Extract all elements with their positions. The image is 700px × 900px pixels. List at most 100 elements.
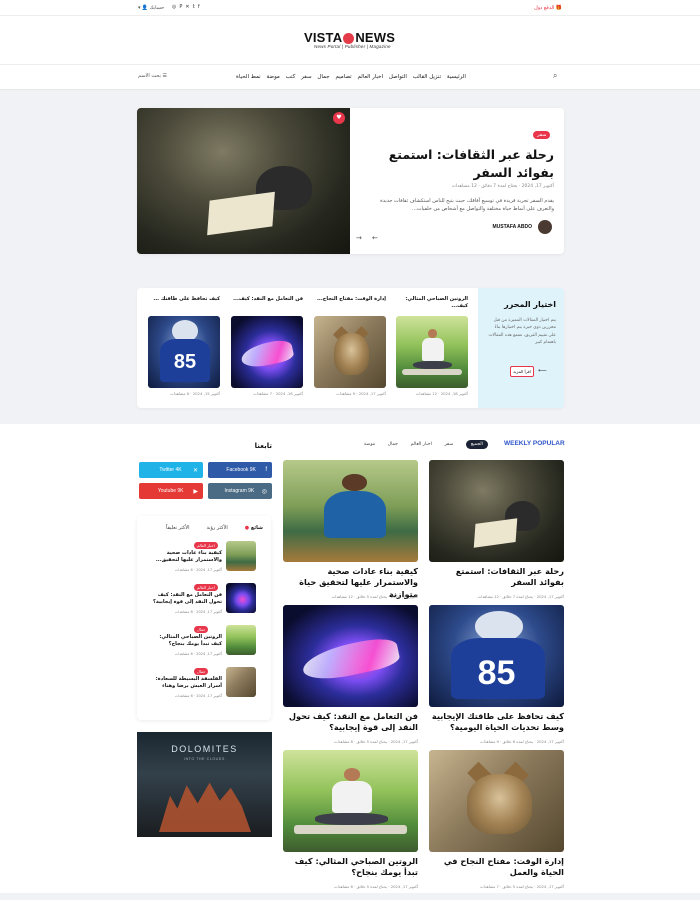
arrow-right-icon[interactable]: ← [372,234,378,242]
editors-item-image[interactable] [314,316,386,388]
nav-item-9[interactable]: نمط الحياة [236,74,261,84]
editors-item-title[interactable]: الروتين الصباحي المثالي: كيف... [396,296,468,310]
popular-article-title[interactable]: الروتين الصباحي المثالي: كيف تبدأ يومك ب… [283,856,418,879]
promo-link[interactable]: الدفع دول 🎁 [520,5,562,11]
editors-read-more-button[interactable]: اقرأ المزيد [510,366,534,377]
nav-item-0[interactable]: الرئيسية [447,74,466,84]
side-tab-most-viewed[interactable]: الأكثر رؤية [206,525,227,533]
popular-article-image[interactable] [429,460,564,562]
editors-item-image[interactable]: 85 [148,316,220,388]
side-item-meta: أكتوبر 17, 2024 · 8 مشاهدات [174,610,222,614]
popular-article-meta: أكتوبر 17, 2024 · يحتاج لمدة 7 دقائق · 1… [477,594,564,599]
nav-item-7[interactable]: كتب [286,74,296,84]
nav-item-1[interactable]: تنزيل القالب [413,74,441,84]
author-avatar[interactable] [538,220,552,234]
side-item-image[interactable] [226,625,256,655]
popular-tab-2[interactable]: اخبار العالم [411,442,432,447]
side-tab-most-commented[interactable]: الأكثر تعليقاً [166,525,190,533]
top-bar [0,0,700,16]
popular-article-image[interactable]: 85 [429,605,564,707]
editors-text: يتم اختيار المقالات المميزة من قبل محرري… [488,318,556,345]
popular-tab-4[interactable]: موضة [364,442,375,447]
nav-item-8[interactable]: موضة [266,74,279,84]
editors-item-title[interactable]: إدارة الوقت: مفتاح النجاح... [314,296,386,303]
hero-image[interactable] [137,108,350,254]
facebook-icon[interactable]: f [198,4,203,10]
side-item-image[interactable] [226,583,256,613]
side-item-badge[interactable]: اخبار العالم [194,542,218,549]
side-tabs: ● شائع الأكثر رؤية الأكثر تعليقاً [166,525,263,533]
editors-item-image[interactable] [396,316,468,388]
popular-tab-1[interactable]: سفر [445,442,454,447]
side-item-title[interactable]: الفلسفة البسيطة للسعادة: أسرار العيش برض… [148,676,222,690]
nav-item-6[interactable]: سفر [301,74,311,84]
hero-title[interactable]: رحلة عبر الثقافات: استمتع بفوائد السفر [368,146,554,182]
hero-excerpt: يقدم السفر تجربة فريدة في توسيع آفاقك، ح… [380,198,554,212]
editors-item-meta: أكتوبر 18, 2024 · 12 مشاهدات [415,391,468,396]
side-item-badge[interactable]: جمال [194,626,209,633]
editors-item-meta: أكتوبر 15, 2024 · 6 مشاهدات [170,391,220,396]
editors-item-meta: أكتوبر 16, 2024 · 7 مشاهدات [253,391,303,396]
instagram-button[interactable]: ◎ Instagram 9K [208,483,272,499]
nav-item-4[interactable]: تصاميم [335,74,351,84]
popular-article-title[interactable]: كيف تحافظ على طاقتك الإيجابية وسط تحديات… [429,711,564,734]
social-icons: ◎P✕𝕥f [172,4,203,10]
nav-item-5[interactable]: جمال [317,74,329,84]
side-item-title[interactable]: كيفية بناء عادات صحية والاستمرار عليها ل… [148,550,222,564]
search-name-link[interactable]: بحث الاسم ☰ [138,73,167,79]
popular-tab-0[interactable]: الجميع [465,439,488,449]
side-item-meta: أكتوبر 17, 2024 · 6 مشاهدات [174,652,222,656]
heart-icon[interactable]: ♥ [333,112,345,124]
popular-article-image[interactable] [283,605,418,707]
youtube-icon: ▶ [193,488,198,495]
nav-menu: الرئيسية تنزيل القالب التواصل اخبار العالم ت… [236,74,466,84]
list-icon: ☰ [162,73,167,79]
side-item-meta: أكتوبر 17, 2024 · 6 مشاهدات [174,568,222,572]
x-icon: ✕ [192,467,198,474]
editors-item-title[interactable]: فن التعامل مع النقد: كيف... [231,296,303,303]
popular-article-image[interactable] [283,750,418,852]
side-tab-popular[interactable]: ● شائع [245,525,263,533]
x-icon[interactable]: ✕ [185,4,192,10]
hero-meta: أكتوبر 17, 2024 · يحتاج لمدة 7 دقائق · 1… [451,184,554,189]
popular-article-image[interactable] [283,460,418,562]
twitter-button[interactable]: ✕ Twitter 4K [139,462,203,478]
search-icon[interactable]: ⌕ [553,71,557,81]
nav-item-3[interactable]: اخبار العالم [357,74,383,84]
ad-subtitle: INTO THE CLOUDS [184,757,225,761]
popular-tab-3[interactable]: جمال [388,442,398,447]
author-name[interactable]: MUSTAFA ABDO [470,224,532,230]
popular-article-meta: أكتوبر 17, 2024 · يحتاج لمدة 6 دقائق · 9… [480,739,564,744]
popular-article-meta: أكتوبر 17, 2024 · يحتاج لمدة 5 دقائق · 6… [334,884,418,889]
popular-article-title[interactable]: رحلة عبر الثقافات: استمتع بفوائد السفر [429,566,564,589]
popular-tabs: الجميع سفر اخبار العالم جمال موضة [364,439,488,449]
site-logo[interactable]: VISTA NEWS News Portal | Publisher | Maga… [304,30,395,49]
popular-heading: WEEKLY POPULAR [504,440,565,447]
ad-banner[interactable]: DOLOMITES INTO THE CLOUDS [137,732,272,837]
editors-title: اختيار المحرر [504,300,556,309]
account-link[interactable]: ▾ 👤 حسابك [138,5,164,11]
editors-item-title[interactable]: كيف تحافظ على طاقتك ... [148,296,220,303]
popular-article-title[interactable]: إدارة الوقت: مفتاح النجاح في الحياة والع… [429,856,564,879]
popular-article-meta: أكتوبر 17, 2024 · يحتاج لمدة 5 دقائق · 7… [480,884,564,889]
side-item-badge[interactable]: اخبار العالم [194,584,218,591]
side-item-title[interactable]: فن التعامل مع النقد: كيف تحول النقد إلى … [148,592,222,606]
ad-mountain [159,782,251,832]
editors-item-image[interactable] [231,316,303,388]
hero-badge[interactable]: سفر [533,131,551,139]
user-icon: 👤 [141,5,149,11]
facebook-button[interactable]: f Facebook 9K [208,462,272,478]
popular-article-image[interactable] [429,750,564,852]
youtube-button[interactable]: ▶ Youtube 9K [139,483,203,499]
follow-title: تابعنا [254,442,272,450]
side-item-image[interactable] [226,541,256,571]
side-item-image[interactable] [226,667,256,697]
side-item-title[interactable]: الروتين الصباحي المثالي: كيف تبدأ يومك ب… [148,634,222,648]
facebook-icon: f [265,467,267,473]
popular-article-title[interactable]: فن التعامل مع النقد: كيف تحول النقد إلى … [283,711,418,734]
gift-icon: 🎁 [555,5,562,11]
side-item-badge[interactable]: جمال [194,668,209,675]
editors-arrow-icon[interactable]: ⟵ [538,367,547,374]
arrow-left-icon[interactable]: → [356,234,362,242]
nav-item-2[interactable]: التواصل [389,74,407,84]
